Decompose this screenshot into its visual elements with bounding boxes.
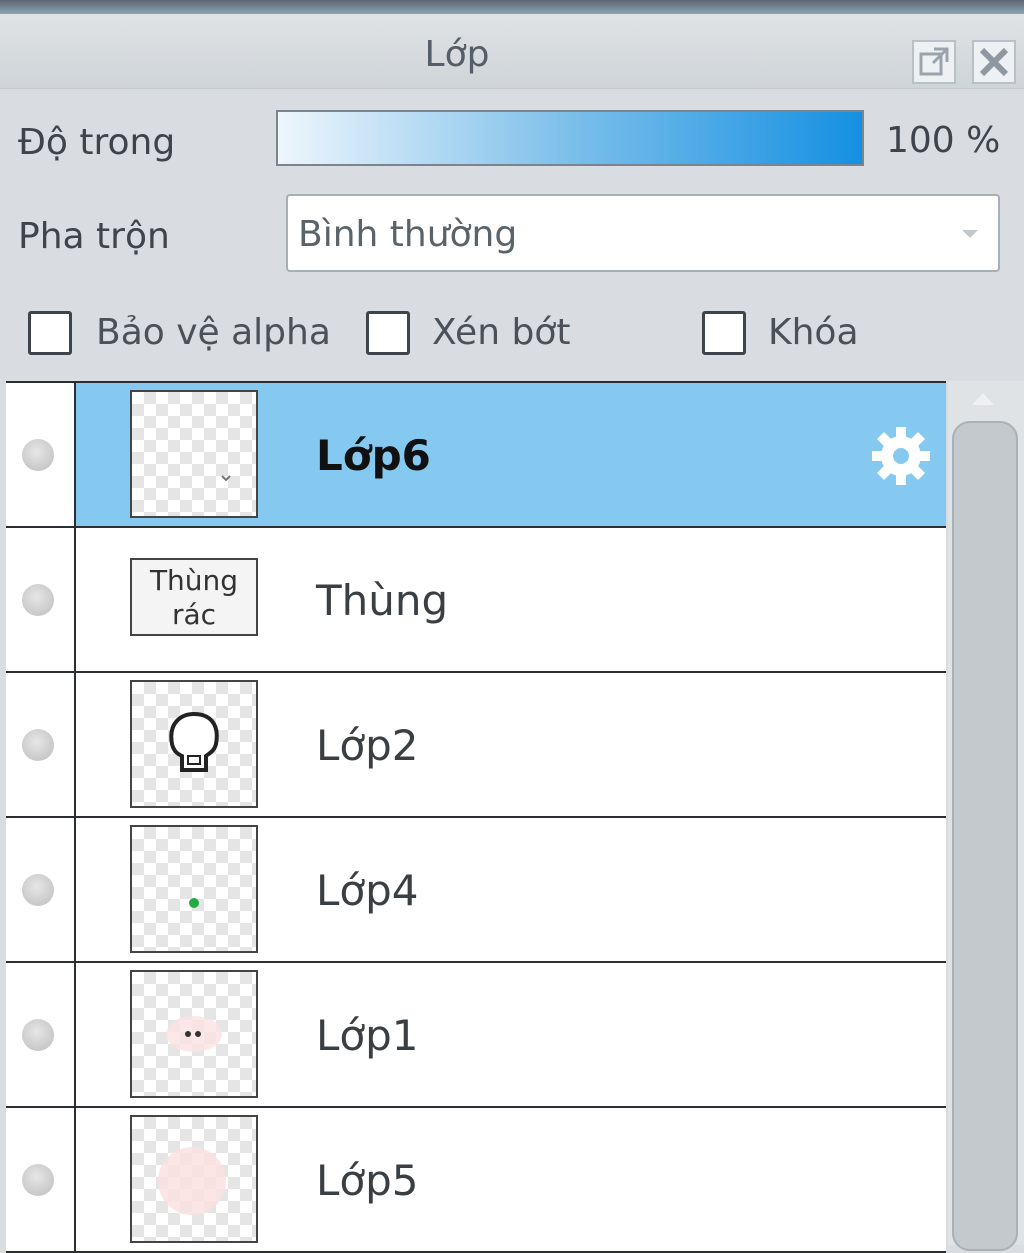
layer-thumbnail <box>130 825 258 953</box>
layer-main[interactable]: Lớp6 <box>76 383 946 526</box>
scrollbar-thumb[interactable] <box>952 421 1018 1251</box>
layer-main[interactable]: Lớp4 <box>76 818 946 961</box>
gear-icon[interactable] <box>866 421 936 491</box>
visibility-dot-icon <box>22 1164 54 1196</box>
alpha-protect-checkbox[interactable] <box>28 311 72 355</box>
face-icon <box>166 1016 222 1052</box>
lock-checkbox[interactable] <box>702 311 746 355</box>
blend-mode-select[interactable]: Bình thường <box>286 194 1000 272</box>
layer-name[interactable]: Lớp5 <box>316 1156 418 1205</box>
clip-label: Xén bớt <box>432 312 571 353</box>
scroll-up-icon[interactable] <box>968 387 998 409</box>
blend-mode-label: Pha trộn <box>18 216 170 257</box>
layer-name[interactable]: Lớp6 <box>316 431 431 480</box>
visibility-dot-icon <box>22 1019 54 1051</box>
visibility-toggle[interactable] <box>6 1108 76 1251</box>
layer-name[interactable]: Lớp2 <box>316 721 418 770</box>
chevron-down-icon <box>962 230 978 238</box>
folder-thumb-text: Thùng rác <box>149 564 239 631</box>
window-top-edge <box>0 0 1024 14</box>
popout-button[interactable] <box>912 40 956 84</box>
layer-main[interactable]: Lớp5 <box>76 1108 946 1251</box>
layer-list: Lớp6 Thùng rác Thùng Lớp2 Lớp4 Lớp1 Lớp5 <box>6 381 946 1253</box>
panel-header: Lớp <box>0 14 1024 89</box>
opacity-value: 100 % <box>886 120 1001 161</box>
layer-thumbnail <box>130 390 258 518</box>
layer-main[interactable]: Lớp2 <box>76 673 946 816</box>
visibility-dot-icon <box>22 729 54 761</box>
blend-mode-value: Bình thường <box>298 214 518 255</box>
visibility-toggle[interactable] <box>6 818 76 961</box>
layer-thumbnail <box>130 970 258 1098</box>
close-button[interactable] <box>972 40 1016 84</box>
popout-icon <box>919 47 949 76</box>
visibility-dot-icon <box>22 584 54 616</box>
layer-name[interactable]: Lớp4 <box>316 866 418 915</box>
visibility-toggle[interactable] <box>6 963 76 1106</box>
small-mark-icon <box>221 475 231 482</box>
visibility-toggle[interactable] <box>6 673 76 816</box>
opacity-slider[interactable] <box>276 110 864 166</box>
visibility-dot-icon <box>22 874 54 906</box>
layer-row[interactable]: Lớp4 <box>6 818 946 963</box>
layer-row[interactable]: Lớp2 <box>6 673 946 818</box>
clip-checkbox[interactable] <box>366 311 410 355</box>
layer-list-scrollbar[interactable] <box>948 381 1024 1251</box>
alpha-protect-label: Bảo vệ alpha <box>96 312 331 353</box>
layer-row[interactable]: Lớp5 <box>6 1108 946 1253</box>
layer-row[interactable]: Lớp6 <box>6 381 946 528</box>
layer-main[interactable]: Lớp1 <box>76 963 946 1106</box>
pink-circle-icon <box>158 1147 226 1215</box>
visibility-dot-icon <box>22 439 54 471</box>
panel-title: Lớp <box>424 34 490 75</box>
close-icon <box>979 47 1009 77</box>
visibility-toggle[interactable] <box>6 528 76 671</box>
layer-row[interactable]: Lớp1 <box>6 963 946 1108</box>
layer-thumbnail: Thùng rác <box>130 558 258 636</box>
layer-name[interactable]: Lớp1 <box>316 1011 418 1060</box>
visibility-toggle[interactable] <box>6 383 76 526</box>
skull-icon <box>169 711 219 772</box>
lock-label: Khóa <box>768 312 859 353</box>
layer-row[interactable]: Thùng rác Thùng <box>6 528 946 673</box>
layer-thumbnail <box>130 680 258 808</box>
opacity-label: Độ trong <box>18 122 176 163</box>
layer-main[interactable]: Thùng rác Thùng <box>76 528 946 671</box>
layer-thumbnail <box>130 1115 258 1243</box>
layer-name[interactable]: Thùng <box>316 576 448 625</box>
green-dot-icon <box>189 898 199 908</box>
